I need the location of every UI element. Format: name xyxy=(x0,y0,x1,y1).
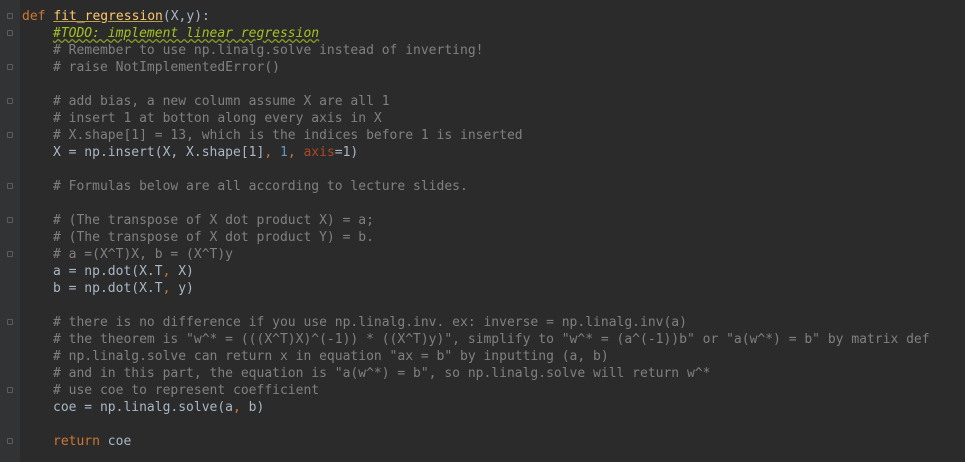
code-text: a = np.dot(X.T xyxy=(53,264,163,279)
comment: # use coe to represent coefficient xyxy=(53,383,320,398)
code-text: coe xyxy=(99,434,132,449)
fold-marker-icon[interactable] xyxy=(7,13,13,19)
code-line-comment[interactable]: # insert 1 at botton along every axis in… xyxy=(22,110,965,127)
code-line-comment[interactable]: # and in this part, the equation is "a(w… xyxy=(22,365,965,382)
code-text: =1) xyxy=(334,145,359,160)
comment: # np.linalg.solve can return x in equati… xyxy=(53,349,609,364)
fold-marker-icon[interactable] xyxy=(7,438,13,444)
code-line-blank[interactable] xyxy=(22,297,965,314)
comment: # the theorem is "w^* = (((X^T)X)^(-1)) … xyxy=(53,332,930,347)
code-line-solve[interactable]: coe = np.linalg.solve(a, b) xyxy=(22,399,965,416)
code-line-comment[interactable]: # X.shape[1] = 13, which is the indices … xyxy=(22,127,965,144)
code-line-blank[interactable] xyxy=(22,416,965,433)
code-text: b) xyxy=(240,400,265,415)
code-separator: , xyxy=(287,145,304,160)
fold-marker-icon[interactable] xyxy=(7,217,13,223)
comment: # insert 1 at botton along every axis in… xyxy=(53,111,382,126)
code-line-comment[interactable]: # (The transpose of X dot product Y) = b… xyxy=(22,229,965,246)
code-line-todo[interactable]: #TODO: implement linear regression xyxy=(22,25,965,42)
comment: # there is no difference if you use np.l… xyxy=(53,315,687,330)
fold-marker-icon[interactable] xyxy=(7,98,13,104)
comment: # (The transpose of X dot product Y) = b… xyxy=(53,230,374,245)
code-text: coe = np.linalg.solve(a xyxy=(53,400,234,415)
code-text: X) xyxy=(170,264,194,279)
code-line-blank[interactable] xyxy=(22,161,965,178)
code-line-insert[interactable]: X = np.insert(X, X.shape[1], 1, axis=1) xyxy=(22,144,965,161)
fold-marker-icon[interactable] xyxy=(7,251,13,257)
comment: # Formulas below are all according to le… xyxy=(53,179,468,194)
code-line-blank[interactable] xyxy=(22,76,965,93)
code-line-comment[interactable]: # np.linalg.solve can return x in equati… xyxy=(22,348,965,365)
code-editor[interactable]: def fit_regression(X,y): #TODO: implemen… xyxy=(0,0,965,462)
fold-marker-icon[interactable] xyxy=(7,183,13,189)
code-separator: , xyxy=(233,400,241,415)
comment: # X.shape[1] = 13, which is the indices … xyxy=(53,128,523,143)
code-line-comment[interactable]: # use coe to represent coefficient xyxy=(22,382,965,399)
comment: # Remember to use np.linalg.solve instea… xyxy=(53,43,484,58)
code-text: X = np.insert(X, X.shape[1] xyxy=(53,145,265,160)
code-line-comment[interactable]: # a =(X^T)X, b = (X^T)y xyxy=(22,246,965,263)
code-line-comment[interactable]: # the theorem is "w^* = (((X^T)X)^(-1)) … xyxy=(22,331,965,348)
code-text: b = np.dot(X.T xyxy=(53,281,163,296)
function-name[interactable]: fit_regression xyxy=(53,9,163,24)
fold-marker-icon[interactable] xyxy=(7,64,13,70)
todo-comment: #TODO: implement linear regression xyxy=(53,26,320,41)
code-separator: , xyxy=(264,145,280,160)
code-line-comment[interactable]: # Formulas below are all according to le… xyxy=(22,178,965,195)
code-line-comment[interactable]: # there is no difference if you use np.l… xyxy=(22,314,965,331)
code-line-comment[interactable]: # Remember to use np.linalg.solve instea… xyxy=(22,42,965,59)
comment: # raise NotImplementedError() xyxy=(53,60,280,75)
comment: # add bias, a new column assume X are al… xyxy=(53,94,390,109)
function-params: (X,y): xyxy=(162,9,210,24)
code-line-comment[interactable]: # raise NotImplementedError() xyxy=(22,59,965,76)
fold-marker-icon[interactable] xyxy=(7,319,13,325)
code-line-dot-b[interactable]: b = np.dot(X.T, y) xyxy=(22,280,965,297)
code-line-def[interactable]: def fit_regression(X,y): xyxy=(22,8,965,25)
return-keyword: return xyxy=(53,434,100,449)
code-line-blank[interactable] xyxy=(22,195,965,212)
fold-marker-icon[interactable] xyxy=(7,30,13,36)
code-number: 1 xyxy=(279,145,288,160)
comment: # a =(X^T)X, b = (X^T)y xyxy=(53,247,234,262)
editor-gutter xyxy=(0,0,20,462)
code-line-comment[interactable]: # add bias, a new column assume X are al… xyxy=(22,93,965,110)
code-line-comment[interactable]: # (The transpose of X dot product X) = a… xyxy=(22,212,965,229)
comment: # and in this part, the equation is "a(w… xyxy=(53,366,711,381)
code-kwarg: axis xyxy=(303,145,335,160)
code-area[interactable]: def fit_regression(X,y): #TODO: implemen… xyxy=(22,8,965,450)
def-keyword: def xyxy=(22,9,46,24)
fold-marker-icon[interactable] xyxy=(7,132,13,138)
fold-marker-icon[interactable] xyxy=(7,387,13,393)
comment: # (The transpose of X dot product X) = a… xyxy=(53,213,374,228)
code-text: y) xyxy=(170,281,194,296)
code-line-dot-a[interactable]: a = np.dot(X.T, X) xyxy=(22,263,965,280)
code-line-return[interactable]: return coe xyxy=(22,433,965,450)
